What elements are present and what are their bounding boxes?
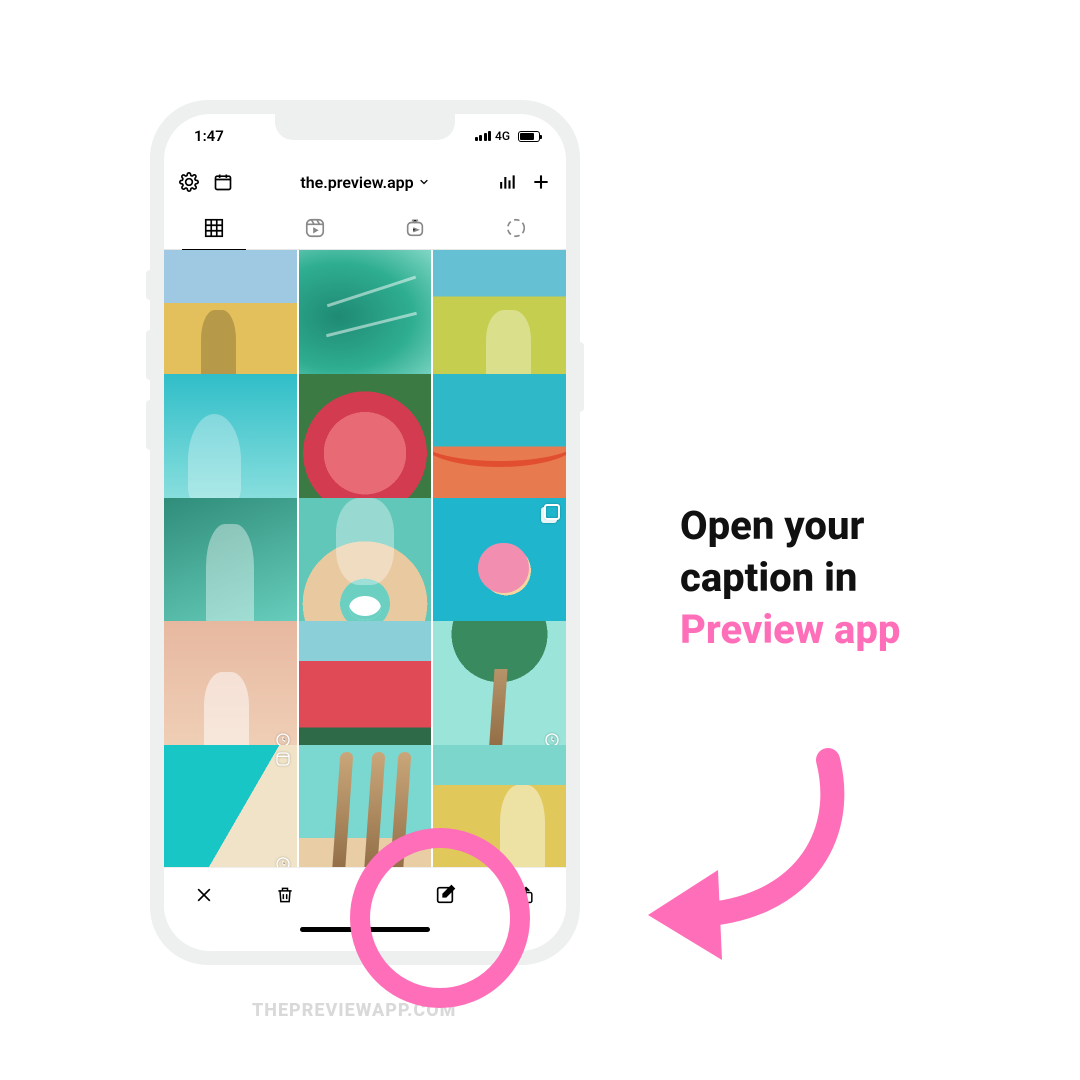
delete-button[interactable] — [274, 884, 296, 906]
grid-cell[interactable] — [433, 374, 566, 507]
watermark-text: THEPREVIEWAPP.COM — [252, 1000, 456, 1021]
phone-side-button — [146, 270, 150, 300]
home-indicator — [164, 921, 566, 951]
battery-icon — [518, 131, 540, 142]
story-ring-icon — [505, 217, 527, 239]
export-button[interactable] — [515, 884, 537, 906]
grid-cell[interactable] — [433, 498, 566, 631]
calendar-icon — [213, 172, 233, 192]
export-icon — [516, 885, 536, 905]
tab-reels[interactable] — [265, 206, 366, 249]
phone-notch — [275, 114, 455, 140]
chevron-down-icon — [418, 176, 430, 188]
reels-icon — [304, 217, 326, 239]
clock-icon — [275, 856, 291, 867]
tab-story[interactable] — [466, 206, 567, 249]
multi-photo-icon — [544, 504, 560, 524]
phone-side-button — [580, 342, 584, 412]
signal-icon — [475, 131, 492, 141]
tab-igtv[interactable] — [365, 206, 466, 249]
grid-cell[interactable] — [164, 250, 297, 383]
tab-grid[interactable] — [164, 206, 265, 249]
bottom-toolbar — [164, 867, 566, 921]
gear-icon — [179, 172, 199, 192]
grid-cell[interactable] — [299, 745, 432, 867]
instruction-highlight: Preview app — [680, 606, 900, 653]
account-selector[interactable]: the.preview.app — [300, 173, 429, 192]
analytics-button[interactable] — [496, 171, 518, 193]
plus-icon — [531, 172, 551, 192]
arrow-icon — [628, 740, 878, 970]
feed-tabs — [164, 206, 566, 250]
compose-icon — [434, 884, 456, 906]
settings-button[interactable] — [178, 171, 200, 193]
username-label: the.preview.app — [300, 173, 413, 192]
instruction-line: Open your — [680, 502, 864, 549]
instruction-text: Open your caption in Preview app — [680, 500, 1040, 656]
photo-grid — [164, 250, 566, 867]
grid-cell[interactable] — [299, 621, 432, 754]
grid-cell[interactable] — [433, 621, 566, 754]
phone-side-button — [146, 400, 150, 450]
network-label: 4G — [495, 129, 510, 143]
add-button[interactable] — [530, 171, 552, 193]
grid-cell[interactable] — [433, 745, 566, 867]
trash-icon — [275, 885, 295, 905]
tag-icon — [355, 885, 375, 905]
close-icon — [194, 885, 214, 905]
reels-badge-icon — [275, 751, 291, 767]
grid-cell[interactable] — [299, 250, 432, 383]
igtv-icon — [404, 217, 426, 239]
calendar-button[interactable] — [212, 171, 234, 193]
app-header: the.preview.app — [164, 158, 566, 206]
instruction-line: caption in — [680, 554, 857, 601]
grid-cell[interactable] — [433, 250, 566, 383]
grid-cell[interactable] — [164, 498, 297, 631]
grid-cell[interactable] — [299, 374, 432, 507]
phone-screen: 1:47 4G the.preview.app — [164, 114, 566, 951]
tag-button[interactable] — [354, 884, 376, 906]
edit-caption-button[interactable] — [434, 884, 456, 906]
bar-chart-icon — [497, 172, 517, 192]
grid-cell[interactable] — [164, 621, 297, 754]
grid-icon — [203, 217, 225, 239]
phone-side-button — [146, 330, 150, 380]
status-time: 1:47 — [194, 127, 224, 145]
phone-mockup: 1:47 4G the.preview.app — [150, 100, 580, 965]
grid-cell[interactable] — [299, 498, 432, 631]
grid-cell[interactable] — [164, 374, 297, 507]
grid-cell[interactable] — [164, 745, 297, 867]
close-button[interactable] — [193, 884, 215, 906]
